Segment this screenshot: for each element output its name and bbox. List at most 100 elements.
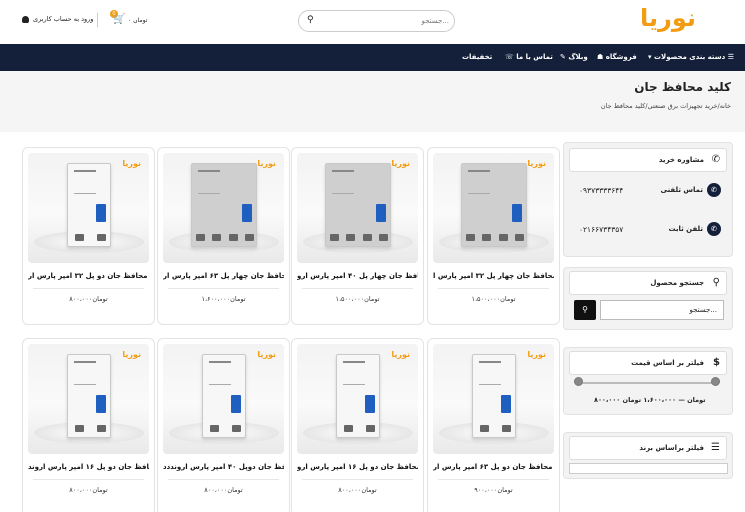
terminal-slot (480, 425, 489, 432)
terminal-slot (482, 234, 491, 241)
device-label (468, 170, 490, 194)
site-logo[interactable]: نوریا (640, 4, 696, 32)
nav-categories[interactable]: ▾ دسته بندی محصولات ☰ (648, 53, 734, 61)
device-label (74, 361, 96, 385)
device-lever (365, 395, 375, 413)
product-price: ۱،۵۰۰،۰۰۰تومان (471, 295, 516, 303)
brand-filter-title: فیلتر براساس برند (639, 444, 704, 452)
price-filter-header: فیلتر بر اساس قیمت $ (569, 351, 727, 375)
product-title[interactable]: کلید محافظ جان دو پل ۶۳ آمپر پارس ار... (433, 463, 554, 471)
brand-watermark: نوریا (391, 159, 410, 168)
rcd-device (202, 354, 246, 438)
device-lever (512, 204, 522, 222)
card-divider (33, 479, 144, 480)
phone-number[interactable]: ۰۹۳۷۳۳۳۳۶۴۴ (579, 186, 623, 195)
product-image[interactable]: نوریا (297, 153, 418, 263)
card-divider (302, 479, 413, 480)
landline-row[interactable]: ✆ تلفن ثابت ۰۲۱۶۶۷۳۴۳۵۷ (569, 215, 727, 245)
terminal-slot (75, 425, 84, 432)
terminal-slot (379, 234, 388, 241)
card-divider (33, 288, 144, 289)
card-divider (438, 479, 549, 480)
terminal-slot (97, 425, 106, 432)
nav-discounts[interactable]: تخفیفات (462, 53, 492, 61)
call-icon: ✆ (707, 222, 721, 236)
list-icon: ☰ (711, 442, 720, 453)
price-slider-max-handle[interactable] (711, 377, 720, 386)
price-slider-track[interactable] (576, 382, 716, 384)
terminal-slot (466, 234, 475, 241)
terminal-slot (75, 234, 84, 241)
device-lever (501, 395, 511, 413)
landline-number[interactable]: ۰۲۱۶۶۷۳۴۳۵۷ (579, 225, 623, 234)
price-filter-title: فیلتر بر اساس قیمت (631, 359, 704, 367)
product-image[interactable]: نوریا (163, 344, 284, 454)
terminal-slot (232, 425, 241, 432)
product-image[interactable]: نوریا (28, 344, 149, 454)
nav-contact[interactable]: ☏ تماس با ما (505, 53, 553, 61)
product-title[interactable]: کلید محافظ جان چهار پل ۴۰ آمپر پارس ارو.… (297, 272, 418, 280)
device-label (479, 361, 501, 385)
product-price: ۸۰۰،۰۰۰تومان (69, 486, 108, 494)
product-card[interactable]: نوریا کلید محافظ جان چهار پل ۳۲ آمپر پار… (427, 147, 560, 325)
phone-label: تماس تلفنی (660, 186, 703, 194)
nav-shop[interactable]: ☗ فروشگاه (597, 53, 637, 61)
product-card[interactable]: نوریا کلید محافظ جان چهار پل ۴۰ آمپر پار… (291, 147, 424, 325)
device-label (332, 170, 354, 194)
terminal-slot (97, 234, 106, 241)
cart-amount[interactable]: تومان ۰ (128, 17, 147, 24)
search-icon: ⚲ (582, 305, 588, 314)
product-card[interactable]: نوریا کلید محافظ جان چهار پل ۶۳ آمپر پار… (157, 147, 290, 325)
cart-icon[interactable]: 🛒 (113, 14, 125, 25)
login-label: ورود به حساب کاربری (33, 15, 94, 23)
rcd-device (336, 354, 380, 438)
search-icon[interactable]: ⚲ (307, 15, 314, 25)
product-search-input[interactable]: جستجو... (600, 300, 724, 320)
login-link[interactable]: ورود به حساب کاربری (22, 15, 93, 23)
terminal-slot (212, 234, 221, 241)
brand-filter-list[interactable] (569, 463, 728, 474)
phone-row[interactable]: ✆ تماس تلفنی ۰۹۳۷۳۳۳۳۶۴۴ (569, 176, 727, 206)
device-label (209, 361, 231, 385)
price-range-text: ۸۰۰،۰۰۰ تومان — ۱،۶۰۰،۰۰۰ تومان (594, 396, 706, 404)
header-search[interactable]: ⚲ (298, 10, 455, 32)
device-lever (376, 204, 386, 222)
nav-blog[interactable]: ✎ وبلاگ (560, 53, 588, 61)
terminal-slot (346, 234, 355, 241)
product-image[interactable]: نوریا (433, 344, 554, 454)
product-card[interactable]: نوریا کلید محافظ جان دو پل ۱۶ آمپر پارس … (291, 338, 424, 512)
landline-label: تلفن ثابت (668, 225, 703, 233)
product-card[interactable]: نوریا کلید محافظ جان دوپل ۴۰ آمپر پارس ا… (157, 338, 290, 512)
product-image[interactable]: نوریا (163, 153, 284, 263)
product-image[interactable]: نوریا (28, 153, 149, 263)
product-search-button[interactable]: ⚲ (574, 300, 596, 320)
product-image[interactable]: نوریا (297, 344, 418, 454)
rcd-device (325, 163, 391, 247)
page-title: کلید محافظ جان (634, 80, 731, 94)
breadcrumb[interactable]: خانه/خرید تجهیزات برق صنعتی/کلید محافظ ج… (601, 102, 731, 110)
product-title[interactable]: کلید محافظ جان چهار پل ۳۲ آمپر پارس ا... (433, 272, 554, 280)
consult-header: مشاوره خرید ✆ (569, 148, 727, 172)
nav-categories-label: دسته بندی محصولات (653, 53, 726, 61)
product-image[interactable]: نوریا (433, 153, 554, 263)
card-divider (168, 288, 279, 289)
shop-icon: ☗ (597, 53, 606, 61)
brand-filter-header: فیلتر براساس برند ☰ (569, 436, 727, 460)
brand-filter-widget: فیلتر براساس برند ☰ (563, 432, 733, 479)
device-label (343, 361, 365, 385)
product-price: ۸۰۰،۰۰۰تومان (204, 486, 243, 494)
phone-icon: ✆ (711, 154, 720, 165)
product-card[interactable]: نوریا کلید محافظ جان دو پل ۳۲ آمپر پارس … (22, 147, 155, 325)
product-title[interactable]: کلید محافظ جان دو پل ۳۲ آمپر پارس ار... (28, 272, 149, 280)
search-input[interactable] (325, 14, 449, 28)
price-slider-min-handle[interactable] (574, 377, 583, 386)
rcd-device (67, 354, 111, 438)
product-card[interactable]: نوریا کلید محافظ جان دو پل ۶۳ آمپر پارس … (427, 338, 560, 512)
brand-watermark: نوریا (122, 350, 141, 359)
product-card[interactable]: نوریا کلید محافظ جان دو پل ۱۶ آمپر پارس … (22, 338, 155, 512)
product-title[interactable]: کلید محافظ جان دو پل ۱۶ آمپر پارس ارو... (297, 463, 418, 471)
device-lever (96, 395, 106, 413)
product-title[interactable]: کلید محافظ جان دوپل ۴۰ آمپر پارس ارونددد (163, 463, 284, 471)
product-title[interactable]: کلید محافظ جان چهار پل ۶۳ آمپر پارس ار..… (163, 272, 284, 280)
product-title[interactable]: کلید محافظ جان دو پل ۱۶ آمپر پارس اروند (28, 463, 149, 471)
